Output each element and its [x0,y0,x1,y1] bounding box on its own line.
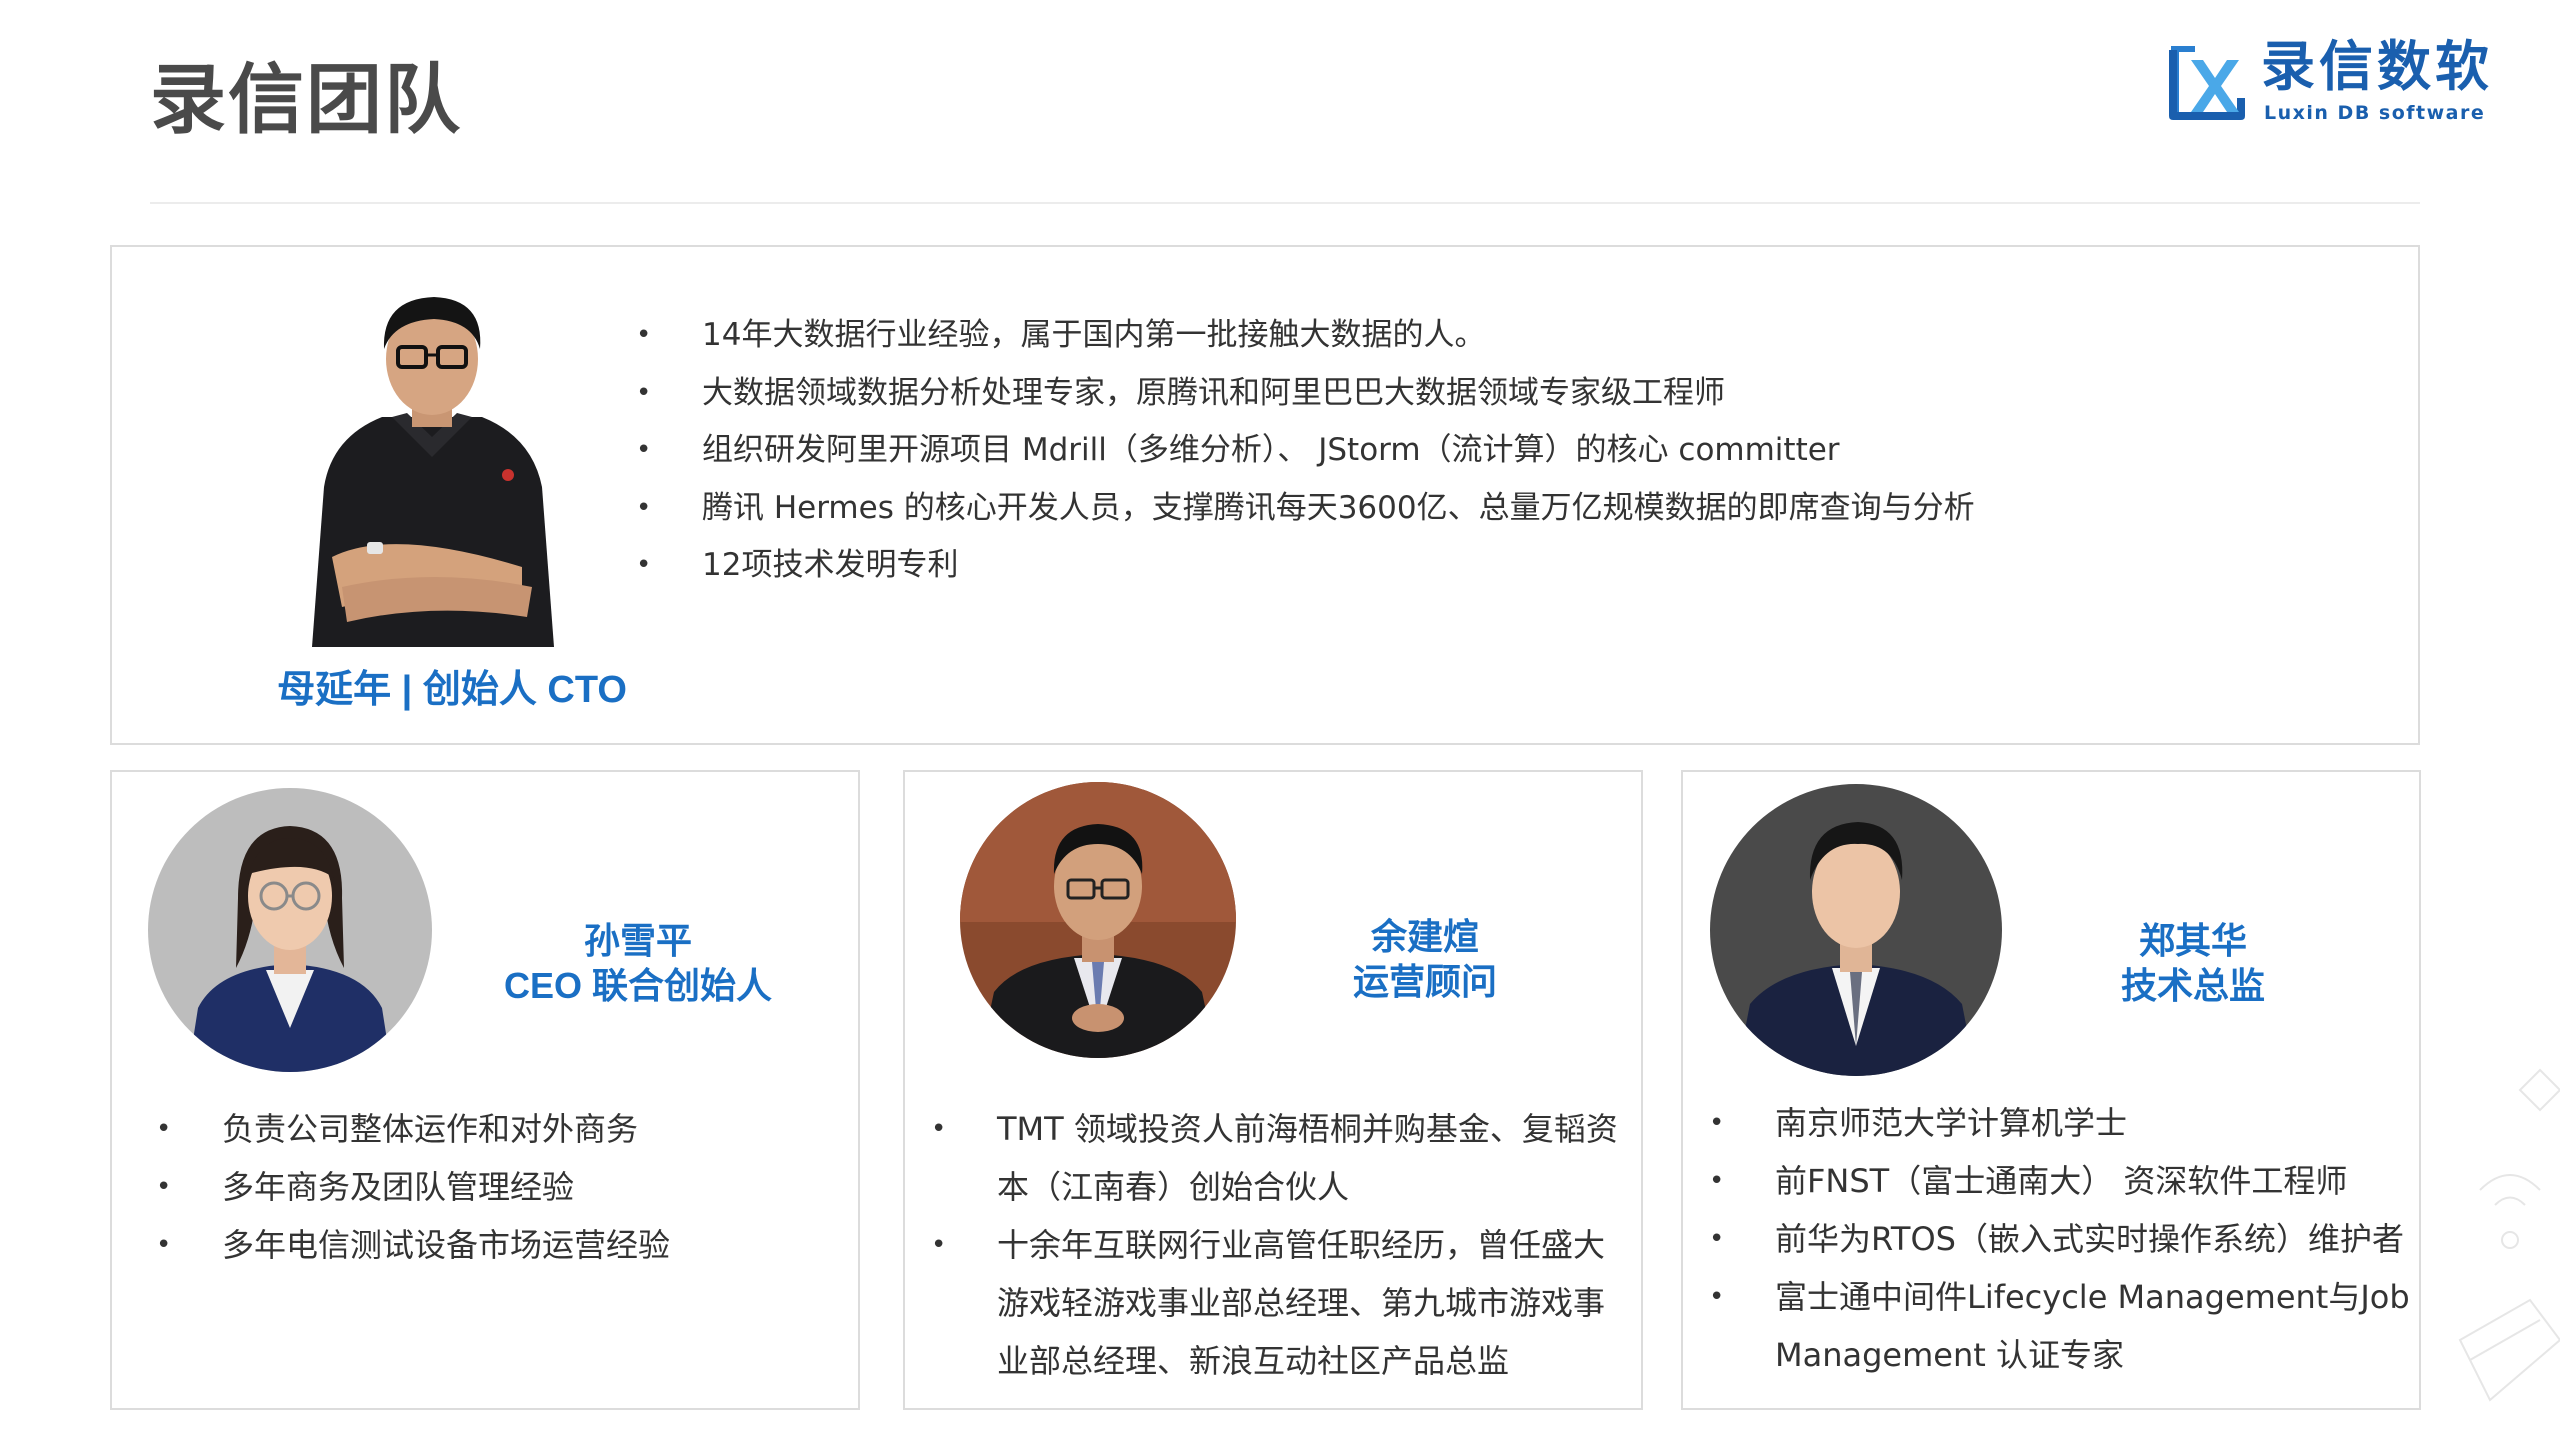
bullet-icon: • [1709,1108,1725,1138]
member-bullet-list: • TMT 领域投资人前海梧桐并购基金、复韬资本（江南春）创始合伙人 • 十余年互联… [917,1100,1627,1390]
list-item: • 十余年互联网行业高管任职经历，曾任盛大游戏轻游戏事业部总经理、第九城市游戏事业… [917,1216,1627,1390]
member-photo [960,782,1236,1058]
leader-bullet-list: • 14年大数据行业经验，属于国内第一批接触大数据的人。 • 大数据领域数据分析处理… [622,307,2322,595]
list-item: • 富士通中间件Lifecycle Management与Job Manageme… [1695,1268,2411,1384]
member-name: 余建煊 [1370,916,1479,957]
list-item: • 12项技术发明专利 [622,537,2322,595]
logo-name: 录信数软 [2261,35,2493,98]
list-item: • 组织研发阿里开源项目 Mdrill（多维分析）、 JStorm（流计算）的核心… [622,422,2322,480]
list-item: • 南京师范大学计算机学士 [1695,1094,2411,1152]
list-item: • TMT 领域投资人前海梧桐并购基金、复韬资本（江南春）创始合伙人 [917,1100,1627,1216]
page-title: 录信团队 [150,55,462,144]
list-item: • 大数据领域数据分析处理专家，原腾讯和阿里巴巴大数据领域专家级工程师 [622,365,2322,423]
member-bullet-list: • 负责公司整体运作和对外商务 • 多年商务及团队管理经验 • 多年电信测试设备市场运… [142,1100,842,1274]
background-decoration-icon [2458,1068,2560,1402]
logo-subtitle: Luxin DB software [2264,102,2486,124]
list-item: • 多年商务及团队管理经验 [142,1158,842,1216]
member-title: 郑其华 技术总监 [2028,918,2358,1008]
member-name: 郑其华 [2138,920,2247,961]
bullet-icon: • [1709,1282,1725,1312]
member-role: 运营顾问 [1352,961,1497,1002]
bullet-icon: • [636,435,652,465]
member-title: 孙雪平 CEO 联合创始人 [458,918,818,1008]
member-title: 余建煊 运营顾问 [1260,914,1590,1004]
bullet-icon: • [156,1114,172,1144]
bullet-icon: • [931,1230,947,1260]
title-divider [150,202,2420,204]
bullet-icon: • [931,1114,947,1144]
bullet-icon: • [636,550,652,580]
bullet-icon: • [636,492,652,523]
leader-caption: 母延年 | 创始人 CTO [277,669,627,711]
member-photo [148,788,432,1072]
bullet-icon: • [636,320,652,350]
member-card: 余建煊 运营顾问 • TMT 领域投资人前海梧桐并购基金、复韬资本（江南春）创始合… [903,770,1643,1410]
member-card: 郑其华 技术总监 • 南京师范大学计算机学士 • 前FNST（富士通南大） 资深软件… [1681,770,2421,1410]
member-card: 孙雪平 CEO 联合创始人 • 负责公司整体运作和对外商务 • 多年商务及团队管理经… [110,770,860,1410]
bullet-icon: • [1709,1166,1725,1196]
slide: 录信团队 录信数软 Luxin DB software 母延年 | 创始人 CT… [0,0,2560,1440]
bullet-icon: • [1709,1224,1725,1254]
list-item: • 多年电信测试设备市场运营经验 [142,1216,842,1274]
list-item: • 14年大数据行业经验，属于国内第一批接触大数据的人。 [622,307,2322,365]
member-bullet-list: • 南京师范大学计算机学士 • 前FNST（富士通南大） 资深软件工程师 • 前华为R… [1695,1094,2411,1384]
list-item: • 腾讯 Hermes 的核心开发人员，支撑腾讯每天3600亿、总量万亿规模数据的… [622,480,2322,538]
list-item: • 前华为RTOS（嵌入式实时操作系统）维护者 [1695,1210,2411,1268]
list-item: • 负责公司整体运作和对外商务 [142,1100,842,1158]
company-logo: 录信数软 Luxin DB software [2165,40,2505,125]
leader-photo [272,287,592,647]
leader-card: 母延年 | 创始人 CTO • 14年大数据行业经验，属于国内第一批接触大数据的人… [110,245,2420,745]
logo-mark-icon [2169,46,2245,120]
member-role: CEO 联合创始人 [503,965,772,1006]
member-name: 孙雪平 [583,920,692,961]
bullet-icon: • [636,377,652,408]
bullet-icon: • [156,1172,172,1202]
member-photo [1710,784,2002,1076]
member-role: 技术总监 [2120,965,2265,1006]
bullet-icon: • [156,1230,172,1260]
list-item: • 前FNST（富士通南大） 资深软件工程师 [1695,1152,2411,1210]
